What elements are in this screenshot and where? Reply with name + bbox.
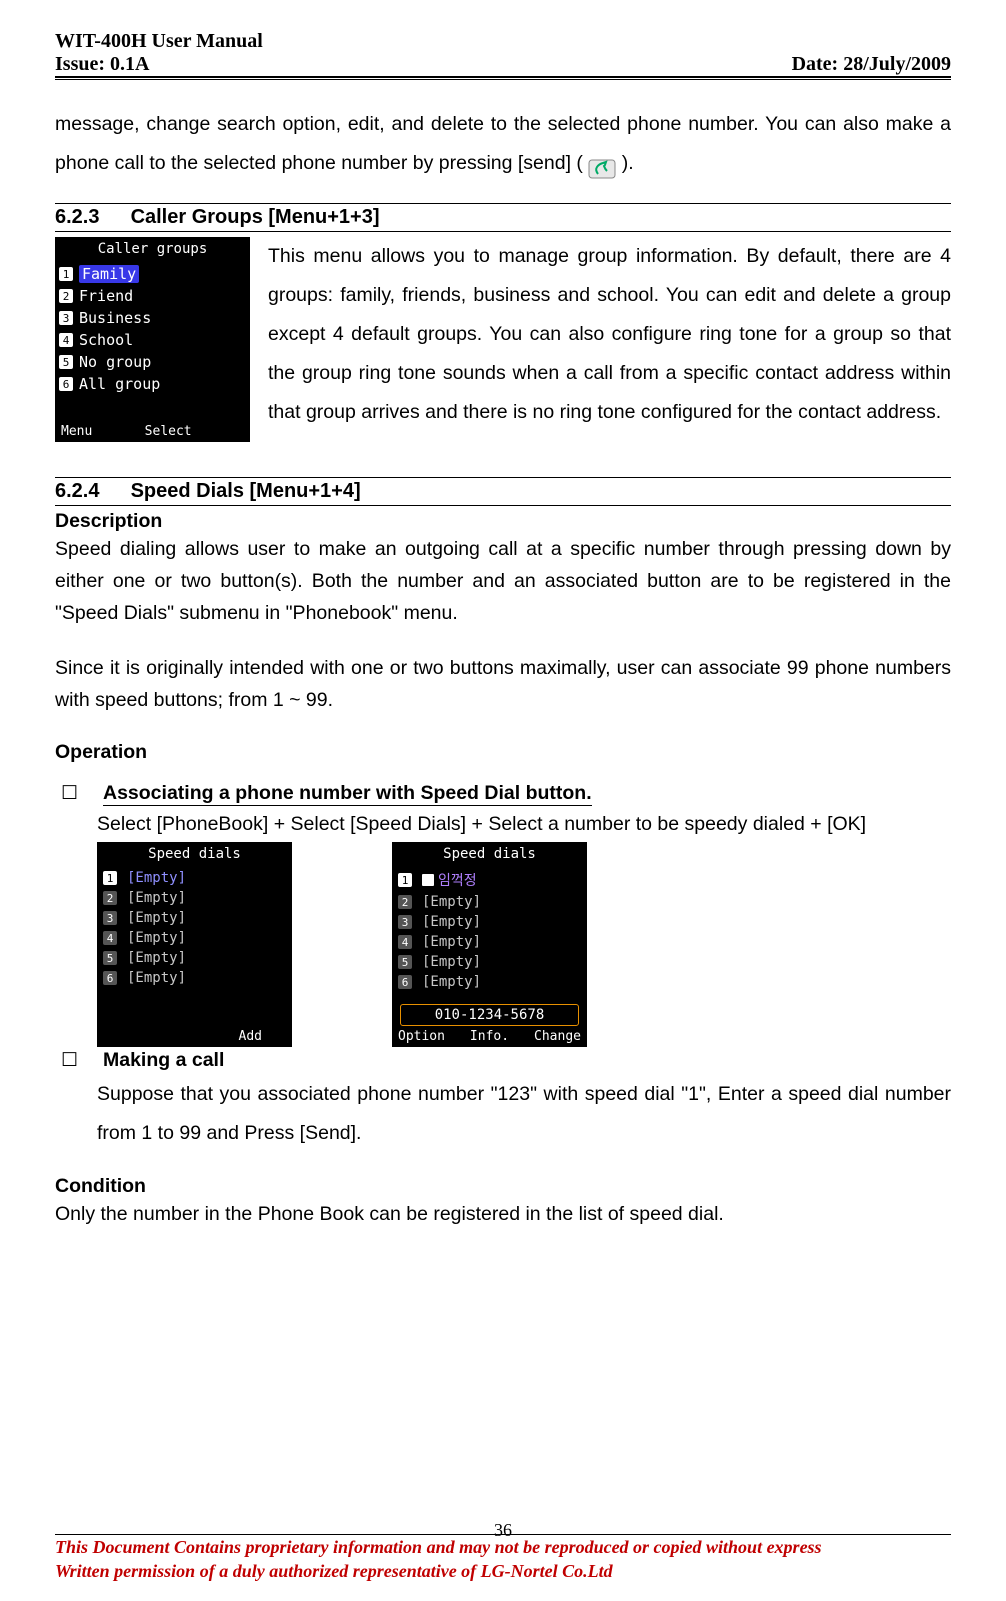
list-item: 5[Empty] bbox=[97, 948, 292, 968]
list-item: 1 Family bbox=[55, 263, 250, 285]
operation-1-steps: Select [PhoneBook] + Select [Speed Dials… bbox=[97, 809, 951, 840]
list-item: 4[Empty] bbox=[97, 928, 292, 948]
list-item: 5 No group bbox=[55, 351, 250, 373]
list-item: 2[Empty] bbox=[97, 888, 292, 908]
list-item: 2 Friend bbox=[55, 285, 250, 307]
list-item: 5[Empty] bbox=[392, 952, 587, 972]
header-issue: Issue: 0.1A bbox=[55, 53, 263, 76]
softkey-bar: Menu Select bbox=[55, 421, 250, 442]
screenshot-title: Speed dials bbox=[97, 842, 292, 868]
screenshot-title: Caller groups bbox=[55, 237, 250, 263]
checkbox-icon: ☐ bbox=[55, 1049, 103, 1072]
list-item: 6[Empty] bbox=[392, 972, 587, 992]
phone-number-display: 010-1234-5678 bbox=[400, 1004, 579, 1026]
list-item: 1[Empty] bbox=[97, 868, 292, 888]
list-item: 3[Empty] bbox=[392, 912, 587, 932]
speed-dials-description-2: Since it is originally intended with one… bbox=[55, 652, 951, 716]
softkey-bar: Option Info. Change bbox=[392, 1026, 587, 1047]
speed-dials-description-1: Speed dialing allows user to make an out… bbox=[55, 533, 951, 630]
section-624-heading: 6.2.4 Speed Dials [Menu+1+4] bbox=[55, 478, 951, 506]
softkey-left: Option bbox=[398, 1029, 445, 1044]
condition-heading: Condition bbox=[55, 1175, 951, 1198]
section-623-heading: 6.2.3 Caller Groups [Menu+1+3] bbox=[55, 204, 951, 232]
list-item: 4[Empty] bbox=[392, 932, 587, 952]
operation-2-steps: Suppose that you associated phone number… bbox=[97, 1075, 951, 1153]
speed-dials-screenshot-assigned: Speed dials 1 임꺽정 2[Empty] 3[Empty] 4[Em… bbox=[392, 842, 587, 1047]
list-item: 4 School bbox=[55, 329, 250, 351]
softkey-center: Info. bbox=[470, 1029, 509, 1044]
list-item: 6 All group bbox=[55, 373, 250, 395]
page-header: WIT-400H User Manual Issue: 0.1A Date: 2… bbox=[55, 30, 951, 78]
list-item: 1 임꺽정 bbox=[392, 868, 587, 892]
operation-heading: Operation bbox=[55, 741, 951, 764]
checkbox-icon: ☐ bbox=[55, 782, 103, 806]
header-title: WIT-400H User Manual bbox=[55, 30, 263, 53]
send-key-icon bbox=[588, 154, 616, 174]
list-item: 6[Empty] bbox=[97, 968, 292, 988]
list-item: 3[Empty] bbox=[97, 908, 292, 928]
softkey-right: Add bbox=[239, 1029, 262, 1044]
header-date: Date: 28/July/2009 bbox=[792, 53, 951, 76]
softkey-center: Select bbox=[145, 424, 192, 439]
softkey-right: Change bbox=[534, 1029, 581, 1044]
caller-groups-description: This menu allows you to manage group inf… bbox=[250, 237, 951, 442]
contact-card-icon bbox=[422, 874, 434, 886]
description-heading: Description bbox=[55, 510, 951, 533]
list-item: 2[Empty] bbox=[392, 892, 587, 912]
softkey-bar: Add bbox=[97, 1026, 292, 1047]
list-item: 3 Business bbox=[55, 307, 250, 329]
operation-item-1: ☐ Associating a phone number with Speed … bbox=[55, 782, 951, 806]
condition-text: Only the number in the Phone Book can be… bbox=[55, 1198, 951, 1230]
screenshot-title: Speed dials bbox=[392, 842, 587, 868]
operation-item-2: ☐ Making a call bbox=[55, 1049, 951, 1072]
footer-notice: This Document Contains proprietary infor… bbox=[55, 1534, 951, 1583]
softkey-left: Menu bbox=[61, 424, 92, 439]
continuation-paragraph: message, change search option, edit, and… bbox=[55, 105, 951, 183]
speed-dials-screenshot-empty: Speed dials 1[Empty] 2[Empty] 3[Empty] 4… bbox=[97, 842, 292, 1047]
caller-groups-screenshot: Caller groups 1 Family 2 Friend 3 Busine… bbox=[55, 237, 250, 442]
